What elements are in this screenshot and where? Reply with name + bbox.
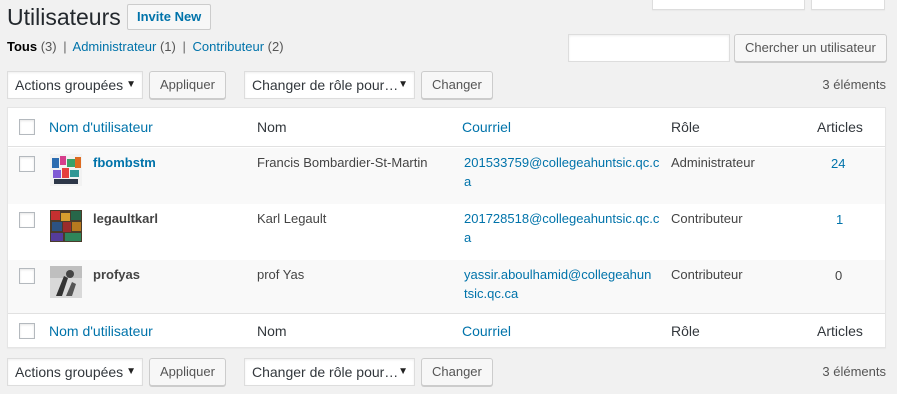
table-header-row: Nom d'utilisateur Nom Courriel Rôle Arti… [8,108,885,147]
chevron-down-icon: ▼ [398,366,408,377]
table-footer-row: Nom d'utilisateur Nom Courriel Rôle Arti… [8,313,885,347]
column-username[interactable]: Nom d'utilisateur [49,119,153,135]
change-role-value: Changer de rôle pour… [252,364,399,380]
apply-button[interactable]: Appliquer [149,358,226,386]
filter-separator: | [63,39,67,54]
apply-button[interactable]: Appliquer [149,71,226,99]
select-all-checkbox[interactable] [19,323,35,339]
filter-separator: | [182,39,186,54]
bulk-actions-value: Actions groupées [15,364,124,380]
email-link[interactable]: 201533759@collegeahuntsic.qc.ca [464,153,660,191]
column-name: Nom [257,323,287,339]
bulk-actions-value: Actions groupées [15,77,124,93]
user-fullname: prof Yas [257,267,305,282]
screen-options-tab[interactable] [652,0,805,10]
search-input[interactable] [568,34,730,62]
role-filter-links: Tous (3) | Administrateur (1) | Contribu… [7,39,284,54]
row-checkbox[interactable] [19,212,35,228]
column-email[interactable]: Courriel [462,323,511,339]
change-role-select[interactable]: Changer de rôle pour… ▼ [244,358,415,386]
change-role-select[interactable]: Changer de rôle pour… ▼ [244,71,415,99]
chevron-down-icon: ▼ [126,366,136,377]
email-link[interactable]: yassir.aboulhamid@collegeahuntsic.qc.ca [464,265,654,303]
table-row: profyas prof Yas yassir.aboulhamid@colle… [8,260,885,313]
username-link[interactable]: profyas [93,267,140,282]
column-posts: Articles [817,119,863,135]
chevron-down-icon: ▼ [126,79,136,90]
help-tab[interactable] [811,0,885,10]
column-username[interactable]: Nom d'utilisateur [49,323,153,339]
tablenav-top: Actions groupées ▼ Appliquer Changer de … [7,71,886,99]
posts-count-link[interactable]: 1 [836,212,843,227]
avatar [50,210,82,242]
table-row: legaultkarl Karl Legault 201728518@colle… [8,204,885,260]
email-link[interactable]: 201728518@collegeahuntsic.qc.ca [464,209,660,247]
user-role: Contributeur [671,267,743,282]
column-role: Rôle [671,323,700,339]
tablenav-bottom: Actions groupées ▼ Appliquer Changer de … [7,358,886,386]
select-all-checkbox[interactable] [19,119,35,135]
posts-count-link[interactable]: 24 [831,156,845,171]
filter-admin-link[interactable]: Administrateur [73,39,157,54]
page-title: Utilisateurs [7,4,121,30]
column-role: Rôle [671,119,700,135]
change-role-value: Changer de rôle pour… [252,77,399,93]
chevron-down-icon: ▼ [398,79,408,90]
item-count: 3 éléments [822,77,886,92]
posts-count: 0 [835,268,843,283]
column-email[interactable]: Courriel [462,119,511,135]
filter-contrib-count: (2) [267,39,284,54]
row-checkbox[interactable] [19,268,35,284]
filter-contrib-link[interactable]: Contributeur [193,39,265,54]
filter-all-link[interactable]: Tous [7,39,37,54]
filter-all-count: (3) [40,39,57,54]
row-checkbox[interactable] [19,156,35,172]
change-role-button[interactable]: Changer [421,71,493,99]
filter-admin-count: (1) [159,39,176,54]
change-role-button[interactable]: Changer [421,358,493,386]
bulk-actions-select[interactable]: Actions groupées ▼ [7,358,143,386]
user-fullname: Francis Bombardier-St-Martin [257,155,428,170]
table-row: fbombstm Francis Bombardier-St-Martin 20… [8,148,885,204]
username-link[interactable]: legaultkarl [93,211,158,226]
column-name: Nom [257,119,287,135]
user-role: Administrateur [671,155,755,170]
item-count: 3 éléments [822,364,886,379]
column-posts: Articles [817,323,863,339]
username-link[interactable]: fbombstm [93,155,156,170]
search-users-button[interactable]: Chercher un utilisateur [734,34,887,62]
user-fullname: Karl Legault [257,211,327,226]
avatar [50,266,82,298]
invite-new-button[interactable]: Invite New [127,4,212,30]
avatar [50,154,82,186]
user-role: Contributeur [671,211,743,226]
users-table: Nom d'utilisateur Nom Courriel Rôle Arti… [7,107,886,348]
bulk-actions-select[interactable]: Actions groupées ▼ [7,71,143,99]
